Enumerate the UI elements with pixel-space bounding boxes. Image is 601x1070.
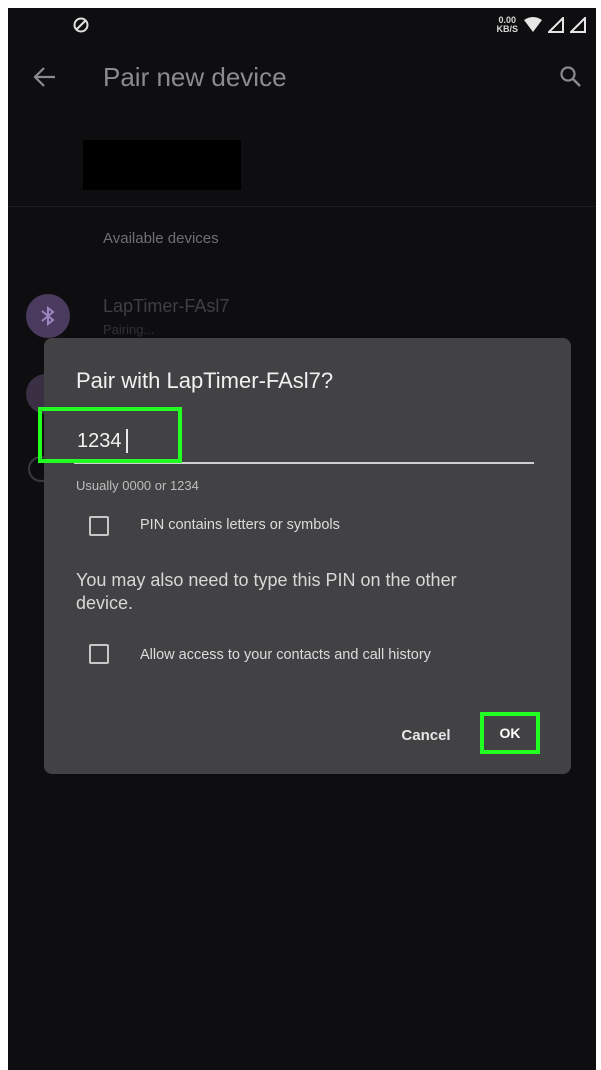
pin-hint: Usually 0000 or 1234 <box>76 478 199 493</box>
cancel-button[interactable]: Cancel <box>388 720 464 750</box>
data-rate-unit: KB/S <box>496 24 518 34</box>
contacts-access-label: Allow access to your contacts and call h… <box>140 647 431 663</box>
dnd-icon <box>73 17 89 33</box>
redacted-device-name <box>83 140 241 190</box>
data-rate: 0.00 KB/S <box>496 16 518 34</box>
page-title: Pair new device <box>103 62 287 92</box>
device-name: LapTimer-FAsl7 <box>103 296 230 316</box>
status-bar: 0.00 KB/S <box>8 8 596 42</box>
signal-icon-2 <box>570 17 586 33</box>
device-status: Pairing... <box>103 322 155 337</box>
divider <box>8 206 596 207</box>
pin-letters-checkbox[interactable] <box>89 516 109 536</box>
app-bar: Pair new device <box>8 42 596 112</box>
dialog-title: Pair with LapTimer-FAsl7? <box>76 368 334 393</box>
wifi-icon <box>524 17 542 32</box>
bluetooth-avatar <box>26 294 70 338</box>
signal-icon <box>548 17 564 33</box>
contacts-access-checkbox[interactable] <box>89 644 109 664</box>
available-devices-header: Available devices <box>103 230 219 247</box>
search-icon[interactable] <box>558 64 582 88</box>
pin-letters-label: PIN contains letters or symbols <box>140 517 340 533</box>
ok-button[interactable]: OK <box>480 712 540 754</box>
bluetooth-icon <box>41 305 55 327</box>
status-icons: 0.00 KB/S <box>496 16 586 34</box>
phone-screen: 0.00 KB/S Pair new device Available devi <box>8 8 596 1070</box>
back-arrow-icon[interactable] <box>32 64 58 90</box>
pin-note: You may also need to type this PIN on th… <box>76 570 457 613</box>
pair-dialog: Pair with LapTimer-FAsl7? 1234 Usually 0… <box>38 338 571 774</box>
pin-highlight-box <box>38 407 182 463</box>
